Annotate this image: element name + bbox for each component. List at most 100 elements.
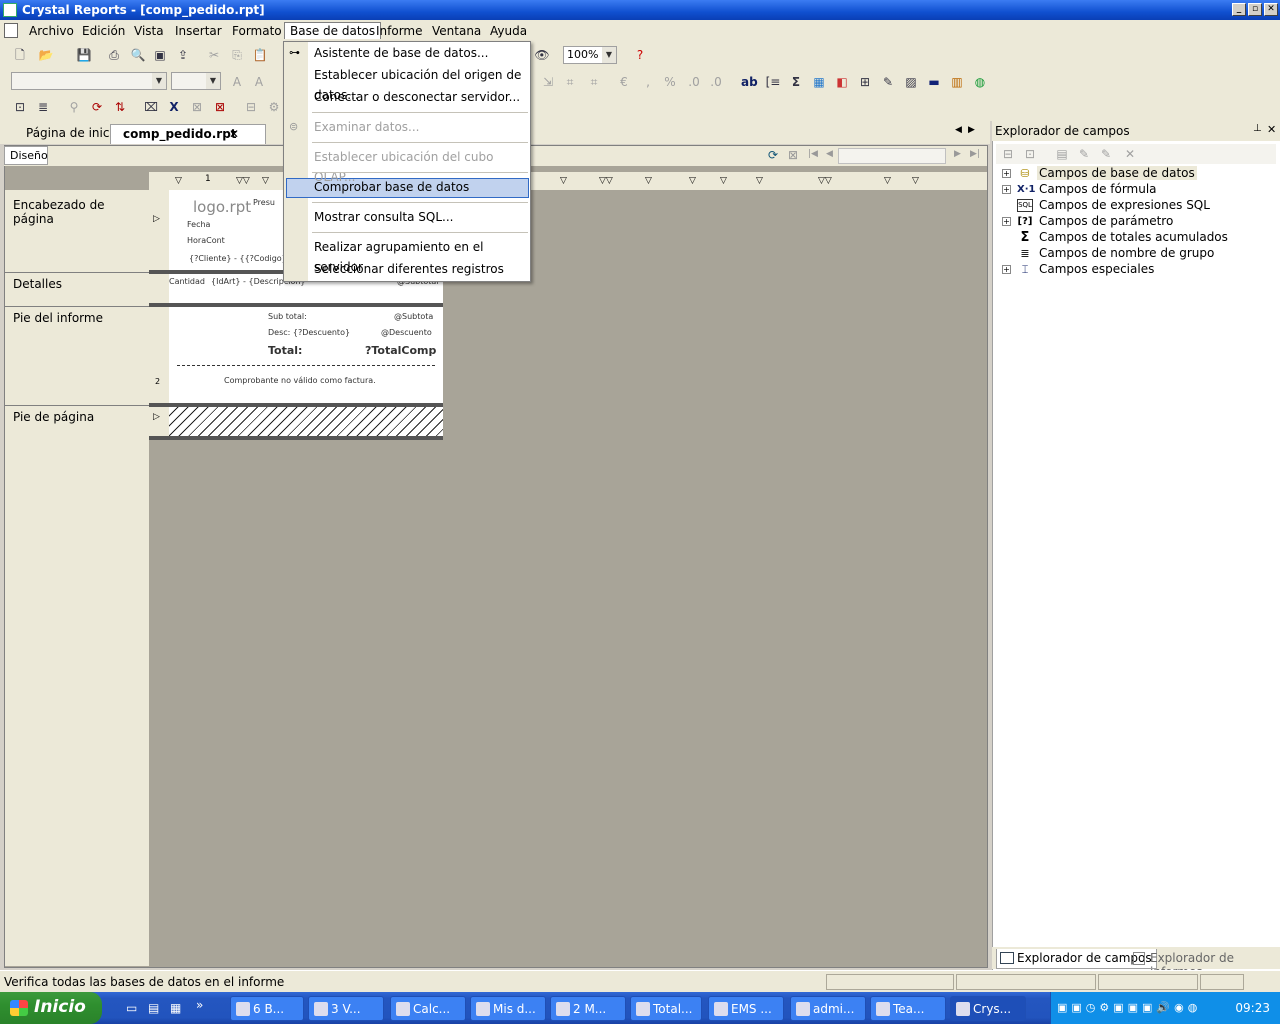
tree-item-campos-base-de-datos[interactable]: + ⛁ Campos de base de datos [1002, 166, 1202, 182]
pin-icon[interactable]: ⊥ [1253, 123, 1262, 134]
horizontal-ruler[interactable]: 1 ▽ ▽▽ ▽ ▽ ▽▽ ▽ ▽ ▽ ▽ ▽▽ ▽ ▽ [149, 172, 987, 190]
currency-icon[interactable]: € [616, 74, 632, 90]
last-page-icon[interactable]: ▶| [970, 149, 980, 159]
task-button[interactable]: Crys... [950, 996, 1026, 1021]
insert-to-report-icon[interactable]: ⊟ [1000, 146, 1016, 162]
menu-ayuda[interactable]: Ayuda [485, 23, 532, 39]
print-icon[interactable]: ⎙ [106, 47, 122, 63]
picture-icon[interactable]: ▬ [926, 74, 942, 90]
menu-informe[interactable]: Informe [371, 23, 428, 39]
new-icon[interactable]: 🗋 [12, 47, 28, 63]
guide-marker-icon[interactable]: ▷ [153, 214, 160, 224]
guide-marker-icon[interactable]: ▽▽ [599, 176, 613, 186]
chart-icon[interactable]: ▥ [949, 74, 965, 90]
thousands-icon[interactable]: , [640, 74, 656, 90]
field-hora[interactable]: HoraCont [187, 236, 225, 245]
font-size-combo[interactable]: ▼ [171, 72, 221, 90]
task-button[interactable]: Mis d... [470, 996, 546, 1021]
discount-label[interactable]: Desc: {?Descuento} [268, 328, 350, 337]
menu-formato[interactable]: Formato [227, 23, 287, 39]
section-page-footer[interactable]: Pie de página [13, 410, 94, 424]
stop-icon[interactable]: ⊠ [788, 148, 798, 162]
section-details[interactable]: Detalles [13, 277, 62, 291]
more-quicklaunch-icon[interactable]: » [196, 998, 203, 1012]
menu-agrupamiento-servidor[interactable]: Realizar agrupamiento en el servidor [314, 237, 530, 274]
map-icon[interactable]: ◍ [972, 74, 988, 90]
task-button[interactable]: 3 V... [308, 996, 384, 1021]
note-text[interactable]: Comprobante no válido como factura. [224, 376, 376, 385]
first-page-icon[interactable]: |◀ [808, 149, 818, 159]
show-desktop-icon[interactable]: ▭ [126, 1001, 137, 1015]
expand-icon[interactable]: + [1002, 217, 1011, 226]
field-cantidad[interactable]: Cantidad [169, 277, 205, 286]
group-expert-icon[interactable]: ⟳ [89, 99, 105, 115]
guide-marker-icon[interactable]: ▷ [153, 412, 160, 422]
scroll-right-icon[interactable]: ▶ [968, 125, 975, 135]
section-report-footer[interactable]: Pie del informe [13, 311, 103, 325]
summary-icon[interactable]: Σ [788, 74, 804, 90]
scroll-left-icon[interactable]: ◀ [955, 125, 962, 135]
crosstab-icon[interactable]: ▦ [811, 74, 827, 90]
open-icon[interactable]: 📂 [38, 47, 54, 63]
guide-marker-icon[interactable]: ▽▽ [818, 176, 832, 186]
discount-value[interactable]: @Descuento [381, 328, 432, 337]
quicklaunch-icon[interactable]: ▦ [170, 1001, 181, 1015]
task-button[interactable]: EMS ... [708, 996, 784, 1021]
tree-item-campos-parametro[interactable]: + [?] Campos de parámetro [1002, 214, 1202, 230]
field-cliente[interactable]: {?Cliente} - {{?Codigo}} [189, 254, 292, 263]
guide-marker-icon[interactable]: ▽ [560, 176, 567, 186]
guide-marker-icon[interactable]: ▽ [884, 176, 891, 186]
tray-icons[interactable]: ▣▣◷⚙▣▣▣🔊◉◍ [1057, 1001, 1201, 1014]
total-value[interactable]: ?TotalComp [365, 344, 436, 357]
tree-item-campos-especiales[interactable]: + ⌶ Campos especiales [1002, 262, 1202, 278]
font-combo[interactable]: ▼ [11, 72, 167, 90]
template-expert-icon[interactable]: ⌧ [143, 99, 159, 115]
guide-marker-icon[interactable]: ▽ [175, 176, 182, 186]
task-button[interactable]: 2 M... [550, 996, 626, 1021]
menu-examinar-datos[interactable]: Examinar datos... [314, 117, 419, 137]
task-button[interactable]: Tea... [870, 996, 946, 1021]
zoom-combo[interactable]: 100% ▼ [563, 46, 617, 64]
rename-icon[interactable]: ✎ [1098, 146, 1114, 162]
decrease-decimals-icon[interactable]: .0 [708, 74, 724, 90]
line-icon[interactable]: ✎ [880, 74, 896, 90]
task-button[interactable]: Total... [630, 996, 702, 1021]
field-fecha[interactable]: Fecha [187, 220, 210, 229]
tree-item-campos-expresiones-sql[interactable]: SQL Campos de expresiones SQL [1002, 198, 1210, 214]
save-icon[interactable]: 💾 [76, 47, 92, 63]
menu-comprobar-base-datos[interactable]: Comprobar base de datos [314, 177, 469, 197]
guide-marker-icon[interactable]: ▽ [645, 176, 652, 186]
menu-ventana[interactable]: Ventana [427, 23, 486, 39]
menu-establecer-ubicacion[interactable]: Establecer ubicación del origen de datos… [314, 65, 530, 102]
guide-marker-icon[interactable]: ▽ [756, 176, 763, 186]
help-icon[interactable]: ? [632, 47, 648, 63]
menu-mostrar-consulta-sql[interactable]: Mostrar consulta SQL... [314, 207, 454, 227]
minimize-button[interactable]: _ [1232, 3, 1246, 16]
box-icon[interactable]: ▨ [903, 74, 919, 90]
report-expert-icon[interactable]: ⊠ [212, 99, 228, 115]
export-icon[interactable]: ⇪ [175, 47, 191, 63]
hyperlink-icon[interactable]: ⊟ [243, 99, 259, 115]
menu-vista[interactable]: Vista [129, 23, 169, 39]
copy-icon[interactable]: ⎘ [229, 47, 245, 63]
task-button[interactable]: admi... [790, 996, 866, 1021]
menu-insertar[interactable]: Insertar [170, 23, 227, 39]
title-bar[interactable]: Crystal Reports - [comp_pedido.rpt] _ ▫ … [0, 0, 1280, 20]
close-panel-icon[interactable]: ✕ [1267, 123, 1276, 136]
tree-item-campos-nombre-grupo[interactable]: ≣ Campos de nombre de grupo [1002, 246, 1214, 262]
expand-icon[interactable]: + [1002, 185, 1011, 194]
start-button[interactable]: Inicio [0, 992, 102, 1024]
close-tab-icon[interactable]: ✕ [229, 127, 239, 141]
cut-icon[interactable]: ✂ [206, 47, 222, 63]
menu-base-de-datos[interactable]: Base de datos [284, 22, 382, 39]
task-button[interactable]: 6 B... [230, 996, 304, 1021]
maximize-button[interactable]: ▫ [1248, 3, 1262, 16]
subtotal-value[interactable]: @Subtota [394, 312, 433, 321]
tab-comp-pedido[interactable]: comp_pedido.rpt ✕ [110, 124, 266, 144]
close-button[interactable]: ✕ [1264, 3, 1278, 16]
group-icon[interactable]: [≡ [765, 74, 781, 90]
menu-seleccionar-registros[interactable]: Seleccionar diferentes registros [314, 259, 504, 279]
formula-workshop-icon[interactable]: X [166, 99, 182, 115]
print-preview-icon[interactable]: 🔍 [130, 47, 146, 63]
text-object-icon[interactable]: ab [741, 74, 758, 90]
